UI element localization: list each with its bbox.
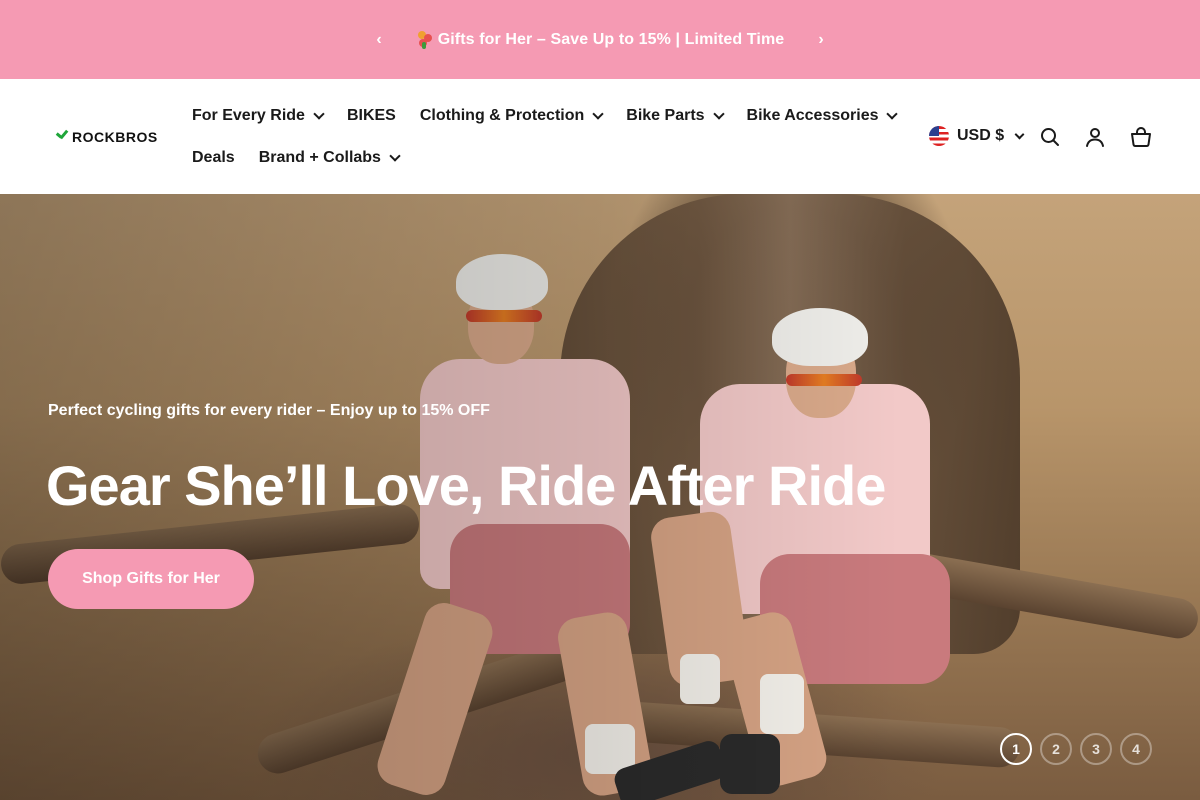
account-icon [1086, 128, 1104, 147]
search-button[interactable] [1038, 125, 1062, 149]
nav-label: Deals [192, 149, 235, 166]
nav-brand-collabs[interactable]: Brand + Collabs [258, 147, 401, 169]
announcement-text: Gifts for Her – Save Up to 15% | Limited… [437, 30, 785, 48]
currency-label: USD $ [957, 127, 1005, 144]
slide-dot-4[interactable]: 4 [1120, 733, 1152, 765]
hero-title: Gear She’ll Love, Ride After Ride [46, 454, 886, 517]
slide-pagination: 1 2 3 4 [1000, 733, 1152, 765]
hero-subtitle: Perfect cycling gifts for every rider – … [48, 402, 490, 419]
announcement-bar: ‹ Gifts for Her – Save Up to 15% | Limit… [0, 0, 1200, 79]
chevron-down-icon [313, 108, 325, 120]
slide-dot-2[interactable]: 2 [1040, 733, 1072, 765]
nav-label: Brand + Collabs [258, 149, 381, 166]
chevron-down-icon [1014, 129, 1025, 139]
main-nav-row-2: Deals Brand + Collabs [192, 147, 401, 169]
site-header: ROCKBROS For Every Ride BIKES Clothing &… [0, 79, 1200, 194]
search-icon [1041, 128, 1059, 146]
announcement-message[interactable]: Gifts for Her – Save Up to 15% | Limited… [416, 30, 785, 49]
nav-label: Bike Parts [626, 107, 705, 124]
chevron-down-icon [592, 108, 604, 120]
cart-icon [1131, 127, 1151, 147]
nav-bikes[interactable]: BIKES [347, 105, 396, 127]
logo-mark-icon [56, 132, 68, 142]
nav-deals[interactable]: Deals [192, 147, 235, 169]
nav-label: Clothing & Protection [419, 107, 585, 124]
logo[interactable]: ROCKBROS [56, 129, 158, 145]
shop-gifts-button[interactable]: Shop Gifts for Her [48, 549, 254, 609]
nav-bike-accessories[interactable]: Bike Accessories [746, 105, 899, 127]
cart-button[interactable] [1129, 125, 1153, 149]
chevron-left-icon: ‹ [376, 31, 382, 48]
hero-banner: Perfect cycling gifts for every rider – … [0, 194, 1200, 800]
account-button[interactable] [1083, 125, 1107, 149]
nav-label: BIKES [346, 107, 396, 124]
flower-icon [416, 30, 434, 49]
main-nav-row-1: For Every Ride BIKES Clothing & Protecti… [192, 105, 899, 127]
nav-for-every-ride[interactable]: For Every Ride [192, 105, 325, 127]
announcement-next-button[interactable]: › [809, 28, 833, 52]
nav-label: Bike Accessories [746, 107, 879, 124]
chevron-down-icon [886, 108, 899, 120]
slide-dot-3[interactable]: 3 [1080, 733, 1112, 765]
logo-text: ROCKBROS [72, 129, 158, 145]
nav-clothing-protection[interactable]: Clothing & Protection [419, 105, 604, 127]
slide-dot-1[interactable]: 1 [1000, 733, 1032, 765]
chevron-right-icon: › [818, 31, 824, 48]
chevron-down-icon [712, 108, 725, 120]
nav-bike-parts[interactable]: Bike Parts [626, 105, 725, 127]
chevron-down-icon [389, 150, 401, 162]
announcement-prev-button[interactable]: ‹ [367, 28, 391, 52]
us-flag-icon [929, 126, 949, 146]
nav-label: For Every Ride [192, 107, 305, 124]
currency-selector[interactable]: USD $ [929, 126, 1025, 146]
